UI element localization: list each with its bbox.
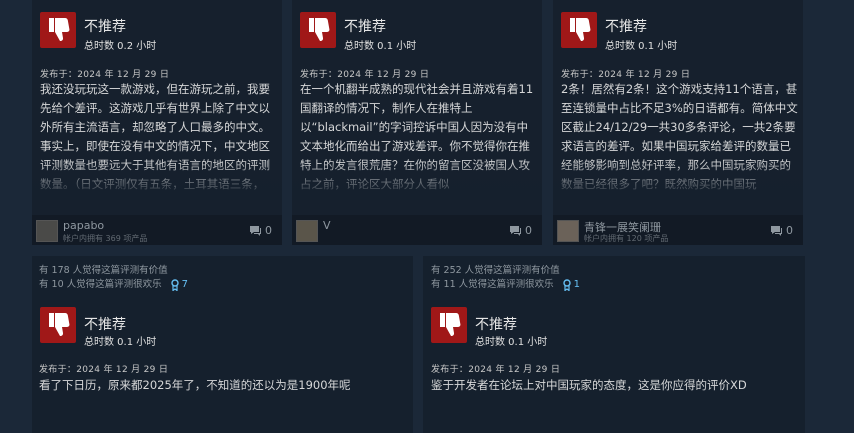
username[interactable]: V <box>323 219 331 232</box>
comment-count-value: 0 <box>786 224 793 237</box>
thumbs-down-icon <box>40 307 76 343</box>
hours-played: 总时数 0.1 小时 <box>344 41 417 52</box>
hours-played: 总时数 0.1 小时 <box>84 337 157 348</box>
product-count: 帐户内拥有 120 项产品 <box>584 234 669 243</box>
helpful-info: 有 178 人觉得这篇评测有价值 有 10 人觉得这篇评测很欢乐 7 <box>39 264 188 292</box>
funny-row: 有 10 人觉得这篇评测很欢乐 7 <box>39 278 188 292</box>
review-footer: papabo 帐户内拥有 369 项产品 0 <box>32 215 282 245</box>
funny-count: 有 11 人觉得这篇评测很欢乐 <box>431 279 554 290</box>
thumbs-down-icon <box>40 12 76 48</box>
comment-count-value: 0 <box>525 224 532 237</box>
post-date: 发布于：2024 年 12 月 29 日 <box>561 70 691 80</box>
hours-played: 总时数 0.1 小时 <box>475 337 548 348</box>
helpful-count: 有 178 人觉得这篇评测有价值 <box>39 265 168 276</box>
comment-icon <box>771 226 782 236</box>
review-card[interactable]: 不推荐 总时数 0.1 小时 发布于：2024 年 12 月 29 日 2条！居… <box>553 0 803 245</box>
award-count: 1 <box>573 279 581 290</box>
funny-count: 有 10 人觉得这篇评测很欢乐 <box>39 279 162 290</box>
award-count: 7 <box>181 279 189 290</box>
verdict-label: 不推荐 <box>605 19 647 35</box>
verdict-label: 不推荐 <box>475 317 517 333</box>
review-text: 看了下日历，原来都2025年了，不知道的还以为是1900年呢 <box>39 378 351 392</box>
product-count: 帐户内拥有 369 项产品 <box>63 234 148 243</box>
verdict-label: 不推荐 <box>344 19 386 35</box>
review-footer: V 0 <box>292 215 542 245</box>
hours-played: 总时数 0.1 小时 <box>605 41 678 52</box>
thumbs-down-icon <box>300 12 336 48</box>
review-card[interactable]: 有 252 人觉得这篇评测有价值 有 11 人觉得这篇评测很欢乐 1 不推荐 总… <box>423 256 805 433</box>
text-fade <box>553 160 803 200</box>
award-badge[interactable]: 7 <box>170 278 188 292</box>
award-icon <box>170 279 179 291</box>
post-date: 发布于：2024 年 12 月 29 日 <box>40 70 170 80</box>
comment-count-value: 0 <box>265 224 272 237</box>
comment-count[interactable]: 0 <box>509 224 532 237</box>
review-footer: 青锋一展笑阑珊 帐户内拥有 120 项产品 0 <box>553 215 803 245</box>
post-date: 发布于：2024 年 12 月 29 日 <box>39 365 169 375</box>
helpful-info: 有 252 人觉得这篇评测有价值 有 11 人觉得这篇评测很欢乐 1 <box>431 264 580 292</box>
username[interactable]: papabo <box>63 219 104 232</box>
post-date: 发布于：2024 年 12 月 29 日 <box>431 365 561 375</box>
post-date: 发布于：2024 年 12 月 29 日 <box>300 70 430 80</box>
review-card[interactable]: 不推荐 总时数 0.1 小时 发布于：2024 年 12 月 29 日 在一个机… <box>292 0 542 245</box>
funny-row: 有 11 人觉得这篇评测很欢乐 1 <box>431 278 580 292</box>
comment-icon <box>510 226 521 236</box>
review-text: 鉴于开发者在论坛上对中国玩家的态度，这是你应得的评价XD <box>431 378 747 392</box>
thumbs-down-icon <box>561 12 597 48</box>
comment-count[interactable]: 0 <box>249 224 272 237</box>
award-icon <box>562 279 571 291</box>
avatar[interactable] <box>557 220 579 242</box>
avatar[interactable] <box>296 220 318 242</box>
text-fade <box>292 160 542 200</box>
comment-icon <box>250 226 261 236</box>
avatar[interactable] <box>36 220 58 242</box>
verdict-label: 不推荐 <box>84 317 126 333</box>
comment-count[interactable]: 0 <box>770 224 793 237</box>
verdict-label: 不推荐 <box>84 19 126 35</box>
hours-played: 总时数 0.2 小时 <box>84 41 157 52</box>
thumbs-down-icon <box>431 307 467 343</box>
review-card[interactable]: 有 178 人觉得这篇评测有价值 有 10 人觉得这篇评测很欢乐 7 不推荐 总… <box>32 256 413 433</box>
review-card[interactable]: 不推荐 总时数 0.2 小时 发布于：2024 年 12 月 29 日 我还没玩… <box>32 0 282 245</box>
award-badge[interactable]: 1 <box>562 278 580 292</box>
text-fade <box>32 160 282 200</box>
helpful-count: 有 252 人觉得这篇评测有价值 <box>431 265 560 276</box>
